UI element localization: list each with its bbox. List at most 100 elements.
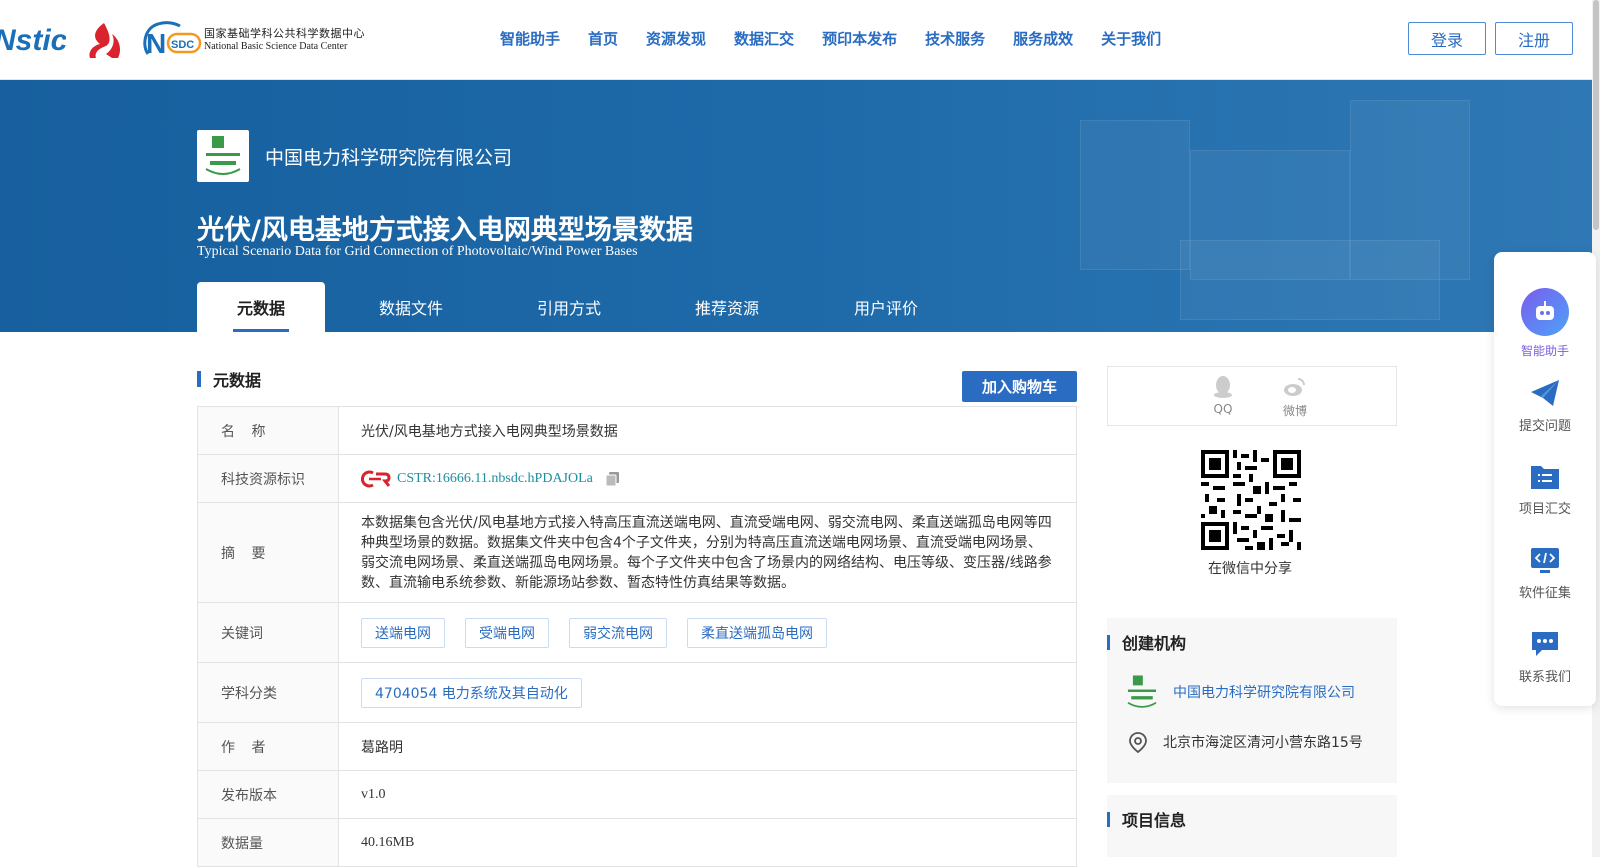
nsdc-en-name: National Basic Science Data Center	[204, 40, 348, 52]
project-title-text: 项目信息	[1122, 811, 1187, 830]
wechat-qr-code	[1201, 450, 1301, 550]
row-value: 葛路明	[361, 739, 403, 756]
project-card: 项目信息	[1107, 795, 1397, 857]
row-value: CSTR:16666.11.nbsdc.hPDAJOLa	[339, 455, 1076, 502]
code-icon	[1529, 544, 1561, 576]
creator-title: 创建机构	[1107, 630, 1186, 654]
main-nav: 智能助手 首页 资源发现 数据汇交 预印本发布 技术服务 服务成效 关于我们	[500, 28, 1189, 49]
dataset-hero: 中国电力科学研究院有限公司 光伏/风电基地方式接入电网典型场景数据 Typica…	[0, 80, 1592, 332]
tab-citation[interactable]: 引用方式	[497, 282, 641, 332]
istic-logo-text: Nstic	[0, 24, 66, 57]
float-feedback[interactable]: 提交问题	[1494, 377, 1596, 434]
hero-decoration	[1080, 120, 1190, 270]
share-qq-label: QQ	[1213, 402, 1233, 416]
nav-discover[interactable]: 资源发现	[646, 28, 706, 49]
float-project-label: 项目汇交	[1518, 502, 1571, 517]
keyword-tag[interactable]: 送端电网	[361, 617, 445, 648]
table-row: 学科分类 4704054 电力系统及其自动化	[198, 663, 1076, 723]
row-label: 关键词	[198, 603, 339, 662]
copy-icon[interactable]	[605, 471, 621, 487]
dataset-title-en: Typical Scenario Data for Grid Connectio…	[197, 244, 638, 259]
table-row: 数据量 40.16MB	[198, 819, 1076, 867]
register-button[interactable]: 注册	[1495, 22, 1573, 55]
row-value: 4704054 电力系统及其自动化	[339, 663, 1076, 722]
nsdc-logo[interactable]: N SDC 国家基础学科公共科学数据中心 National Basic Scie…	[140, 20, 365, 60]
org-logo	[197, 130, 249, 182]
logo-group: Nstic N SDC 国家基础学科公共科学数据中心 National Basi…	[0, 18, 365, 62]
tab-metadata[interactable]: 元数据	[197, 282, 325, 332]
float-contact-label: 联系我们	[1518, 670, 1571, 685]
keyword-tag[interactable]: 受端电网	[465, 617, 549, 648]
add-to-cart-button[interactable]: 加入购物车	[962, 371, 1077, 402]
address-text: 北京市海淀区清河小营东路15号	[1163, 735, 1363, 751]
chat-icon	[1529, 628, 1561, 660]
float-feedback-label: 提交问题	[1518, 419, 1571, 434]
row-value-abstract: 本数据集包含光伏/风电基地方式接入特高压直流送端电网、直流受端电网、弱交流电网、…	[361, 514, 1052, 591]
share-box: QQ 微博	[1107, 366, 1397, 426]
nav-about[interactable]: 关于我们	[1101, 28, 1161, 49]
paper-plane-icon	[1529, 377, 1561, 409]
nsdc-cn-name: 国家基础学科公共科学数据中心	[204, 27, 365, 41]
svg-text:N: N	[146, 28, 166, 59]
keyword-tag[interactable]: 柔直送端孤岛电网	[687, 617, 827, 648]
row-value: v1.0	[361, 786, 386, 802]
nav-submit[interactable]: 数据汇交	[734, 28, 794, 49]
cstr-icon	[361, 470, 391, 487]
top-header: Nstic N SDC 国家基础学科公共科学数据中心 National Basi…	[0, 0, 1600, 80]
float-software[interactable]: 软件征集	[1494, 544, 1596, 601]
table-row: 作 者 葛路明	[198, 723, 1076, 771]
scrollbar-thumb[interactable]	[1593, 0, 1599, 230]
dataset-title: 光伏/风电基地方式接入电网典型场景数据	[197, 215, 693, 246]
cstr-link[interactable]: CSTR:16666.11.nbsdc.hPDAJOLa	[397, 471, 593, 487]
section-bar	[197, 371, 201, 387]
share-qq[interactable]: QQ	[1203, 375, 1243, 416]
tab-reviews[interactable]: 用户评价	[813, 282, 959, 332]
metadata-table: 名 称 光伏/风电基地方式接入电网典型场景数据 科技资源标识 CSTR:1666…	[197, 406, 1077, 867]
share-weibo-label: 微博	[1282, 404, 1307, 418]
nav-home[interactable]: 首页	[588, 28, 618, 49]
nav-assistant[interactable]: 智能助手	[500, 28, 560, 49]
robot-icon	[1521, 288, 1569, 336]
float-project-submit[interactable]: 项目汇交	[1494, 460, 1596, 517]
row-label: 名 称	[198, 407, 339, 454]
istic-logo[interactable]: Nstic	[0, 20, 66, 60]
row-value: 40.16MB	[361, 834, 415, 850]
nav-tech-service[interactable]: 技术服务	[925, 28, 985, 49]
table-row: 发布版本 v1.0	[198, 771, 1076, 819]
nav-outcomes[interactable]: 服务成效	[1013, 28, 1073, 49]
hero-decoration	[1180, 240, 1440, 320]
login-button[interactable]: 登录	[1408, 22, 1486, 55]
keyword-tag[interactable]: 弱交流电网	[569, 617, 667, 648]
row-value: 送端电网 受端电网 弱交流电网 柔直送端孤岛电网	[339, 603, 1076, 662]
tab-recommended[interactable]: 推荐资源	[641, 282, 813, 332]
float-contact[interactable]: 联系我们	[1494, 628, 1596, 685]
nsdc-text: 国家基础学科公共科学数据中心 National Basic Science Da…	[204, 27, 365, 52]
weibo-icon	[1284, 378, 1305, 396]
floating-toolbar: 智能助手 提交问题 项目汇交 软件征集 联系我们	[1494, 252, 1596, 706]
row-label: 科技资源标识	[198, 455, 339, 502]
tab-data-files[interactable]: 数据文件	[325, 282, 497, 332]
folder-list-icon	[1529, 460, 1561, 492]
table-row: 名 称 光伏/风电基地方式接入电网典型场景数据	[198, 407, 1076, 455]
nav-preprint[interactable]: 预印本发布	[822, 28, 897, 49]
nsdc-mark: N SDC	[140, 20, 202, 60]
org-name[interactable]: 中国电力科学研究院有限公司	[265, 143, 512, 170]
org-header: 中国电力科学研究院有限公司	[197, 130, 512, 182]
institution-logo	[1127, 675, 1157, 708]
row-label: 数据量	[198, 819, 339, 866]
svg-text:SDC: SDC	[171, 39, 194, 51]
row-label: 学科分类	[198, 663, 339, 722]
table-row: 科技资源标识 CSTR:16666.11.nbsdc.hPDAJOLa	[198, 455, 1076, 503]
float-assistant[interactable]: 智能助手	[1494, 288, 1596, 359]
section-bar	[1107, 634, 1110, 650]
auth-group: 登录 注册	[1408, 22, 1573, 55]
share-weibo[interactable]: 微博	[1275, 375, 1315, 419]
cas-logo[interactable]	[82, 20, 122, 60]
creator-institution[interactable]: 中国电力科学研究院有限公司	[1123, 673, 1355, 711]
row-value: 光伏/风电基地方式接入电网典型场景数据	[361, 423, 618, 440]
institution-name[interactable]: 中国电力科学研究院有限公司	[1173, 682, 1355, 702]
creator-card: 创建机构 中国电力科学研究院有限公司 北京市海淀区清河小营东路15号	[1107, 618, 1397, 783]
location-pin-icon	[1129, 732, 1147, 753]
subject-tag[interactable]: 4704054 电力系统及其自动化	[361, 677, 582, 708]
institution-address: 北京市海淀区清河小营东路15号	[1127, 731, 1363, 753]
